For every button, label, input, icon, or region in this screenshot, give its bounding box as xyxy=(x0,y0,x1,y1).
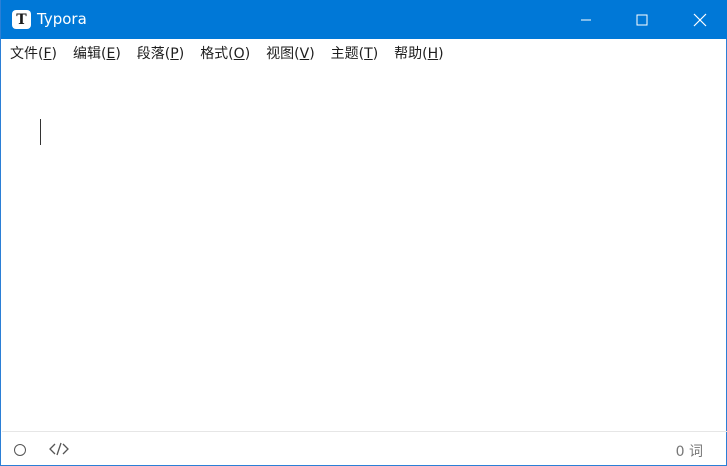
menu-view-label: 视图( xyxy=(266,46,300,62)
menu-help[interactable]: 帮助(H) xyxy=(394,43,443,63)
menu-format-label: 格式( xyxy=(200,46,234,62)
menu-paragraph-close: ) xyxy=(178,46,185,62)
menu-file[interactable]: 文件(F) xyxy=(10,43,57,63)
menu-paragraph-label: 段落( xyxy=(136,46,171,62)
menu-format-accel: O xyxy=(233,46,245,62)
menu-file-close: ) xyxy=(51,46,57,62)
menu-file-accel: F xyxy=(43,46,52,62)
menu-file-label: 文件( xyxy=(10,46,44,62)
menu-edit-label: 编辑( xyxy=(73,46,107,62)
menu-paragraph[interactable]: 段落(P) xyxy=(137,43,184,63)
menu-paragraph-accel: P xyxy=(170,46,179,62)
maximize-button[interactable] xyxy=(614,0,670,39)
menu-edit-accel: E xyxy=(106,46,116,62)
menu-theme-close: ) xyxy=(372,46,379,62)
menu-view-accel: V xyxy=(299,46,310,62)
minimize-icon xyxy=(581,19,591,20)
maximize-icon xyxy=(636,14,648,25)
menu-help-label: 帮助( xyxy=(394,46,428,62)
title-bar[interactable]: T Typora xyxy=(1,0,727,39)
menu-help-close: ) xyxy=(438,46,444,62)
menu-format[interactable]: 格式(O) xyxy=(200,43,250,63)
menu-format-close: ) xyxy=(244,46,251,62)
window-title: Typora xyxy=(37,10,87,28)
menu-theme[interactable]: 主题(T) xyxy=(331,43,379,63)
typora-app-icon: T xyxy=(12,10,31,29)
menu-view-close: ) xyxy=(309,46,315,62)
menu-edit-close: ) xyxy=(115,46,121,62)
menu-theme-label: 主题( xyxy=(330,46,365,62)
menu-view[interactable]: 视图(V) xyxy=(266,43,315,63)
menu-theme-accel: T xyxy=(364,46,373,62)
menu-bar: 文件(F) 编辑(E) 段落(P) 格式(O) 视图(V) 主题(T) 帮助(H… xyxy=(1,39,727,67)
typora-window: T Typora 文件(F) 编辑(E) 段落(P) 格式(O) 视图(V) 主… xyxy=(0,0,727,466)
editor-area[interactable] xyxy=(2,67,727,431)
source-code-icon[interactable] xyxy=(49,442,69,456)
text-caret xyxy=(40,119,41,145)
menu-edit[interactable]: 编辑(E) xyxy=(73,43,121,63)
menu-help-accel: H xyxy=(427,46,439,62)
word-count[interactable]: 0 词 xyxy=(676,441,703,461)
close-button[interactable] xyxy=(672,0,727,39)
status-bar: 0 词 xyxy=(2,431,727,465)
outline-toggle-icon[interactable] xyxy=(14,444,26,456)
app-icon-letter: T xyxy=(16,11,27,28)
minimize-button[interactable] xyxy=(558,0,614,39)
close-icon xyxy=(693,13,707,26)
